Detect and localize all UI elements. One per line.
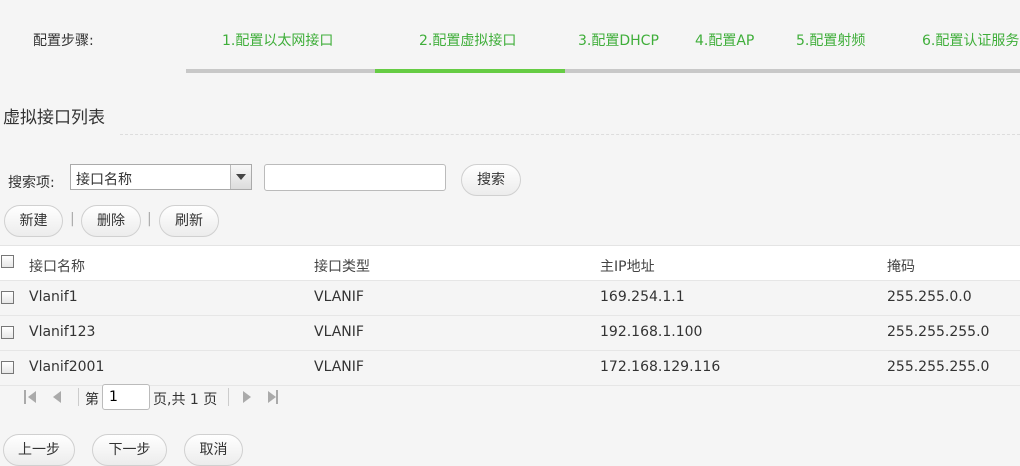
refresh-button[interactable]: 刷新 [159, 205, 219, 237]
column-header-interface-type[interactable]: 接口类型 [314, 256, 370, 276]
next-step-button[interactable]: 下一步 [92, 434, 167, 466]
column-header-primary-ip[interactable]: 主IP地址 [600, 256, 655, 276]
last-page-icon[interactable] [266, 389, 280, 405]
step-configure-virtual-interface[interactable]: 2.配置虚拟接口 [419, 30, 516, 50]
step-progress-track [186, 69, 1020, 73]
cell-primary-ip: 192.168.1.100 [600, 324, 703, 340]
cell-mask: 255.255.0.0 [887, 289, 972, 305]
next-page-icon[interactable] [240, 389, 254, 405]
column-header-mask[interactable]: 掩码 [887, 256, 915, 276]
step-active-indicator [375, 69, 565, 73]
previous-page-icon[interactable] [50, 389, 64, 405]
table-row[interactable]: Vlanif1 VLANIF 169.254.1.1 255.255.0.0 [0, 280, 1020, 315]
page-number-input[interactable] [102, 384, 150, 410]
toolbar-separator: | [147, 211, 152, 227]
previous-step-button[interactable]: 上一步 [3, 434, 75, 466]
select-all-checkbox[interactable] [1, 255, 14, 268]
cell-interface-name: Vlanif1 [29, 289, 78, 305]
toolbar-separator: | [70, 211, 75, 227]
cell-primary-ip: 172.168.129.116 [600, 359, 721, 375]
step-configure-ethernet[interactable]: 1.配置以太网接口 [222, 30, 333, 50]
step-configure-dhcp[interactable]: 3.配置DHCP [578, 30, 659, 50]
cell-interface-type: VLANIF [314, 289, 364, 305]
section-title: 虚拟接口列表 [3, 108, 105, 128]
table-row[interactable]: Vlanif2001 VLANIF 172.168.129.116 255.25… [0, 350, 1020, 386]
cell-interface-type: VLANIF [314, 324, 364, 340]
chevron-down-icon[interactable] [230, 165, 251, 189]
step-configure-radio[interactable]: 5.配置射频 [796, 30, 865, 50]
pager-separator [228, 388, 229, 406]
pager-total: 页,共 1 页 [153, 392, 218, 408]
table-row[interactable]: Vlanif123 VLANIF 192.168.1.100 255.255.2… [0, 315, 1020, 350]
search-field-select[interactable]: 接口名称 [70, 164, 252, 190]
virtual-interface-table: 接口名称 接口类型 主IP地址 掩码 Vlanif1 VLANIF 169.25… [0, 245, 1020, 386]
steps-label: 配置步骤: [33, 33, 94, 49]
table-header: 接口名称 接口类型 主IP地址 掩码 [0, 245, 1020, 280]
pager-separator [78, 388, 79, 406]
cell-interface-name: Vlanif2001 [29, 359, 105, 375]
cell-primary-ip: 169.254.1.1 [600, 289, 685, 305]
search-input[interactable] [264, 164, 446, 191]
first-page-icon[interactable] [23, 389, 37, 405]
search-field-label: 搜索项: [8, 175, 55, 191]
cell-interface-type: VLANIF [314, 359, 364, 375]
cancel-button[interactable]: 取消 [184, 434, 243, 466]
cell-mask: 255.255.255.0 [887, 324, 990, 340]
delete-button[interactable]: 删除 [81, 205, 141, 237]
step-configure-auth[interactable]: 6.配置认证服务 [922, 30, 1019, 50]
search-field-selected-value: 接口名称 [76, 172, 132, 188]
search-button[interactable]: 搜索 [461, 164, 521, 196]
step-configure-ap[interactable]: 4.配置AP [695, 30, 754, 50]
pager-prefix: 第 [85, 392, 99, 408]
row-checkbox[interactable] [1, 361, 14, 374]
row-checkbox[interactable] [1, 326, 14, 339]
column-header-interface-name[interactable]: 接口名称 [29, 256, 85, 276]
row-checkbox[interactable] [1, 291, 14, 304]
new-button[interactable]: 新建 [4, 205, 63, 237]
section-divider [120, 134, 1020, 135]
cell-mask: 255.255.255.0 [887, 359, 990, 375]
cell-interface-name: Vlanif123 [29, 324, 96, 340]
